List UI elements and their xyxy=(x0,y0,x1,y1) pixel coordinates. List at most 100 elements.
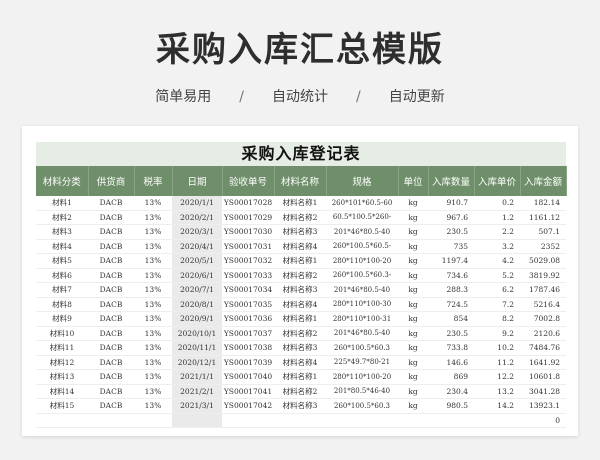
table-cell[interactable]: 2020/10/1 xyxy=(172,326,222,341)
table-cell[interactable]: kg xyxy=(398,196,428,211)
table-cell[interactable] xyxy=(134,413,172,428)
table-cell[interactable] xyxy=(172,413,222,428)
table-cell[interactable]: YS00017035 xyxy=(222,297,274,312)
table-cell[interactable]: 材料7 xyxy=(36,282,88,298)
table-cell[interactable] xyxy=(274,413,326,428)
table-cell[interactable]: DACB xyxy=(88,384,134,399)
table-cell[interactable] xyxy=(222,413,274,428)
table-cell[interactable]: 260*100.5*60.3 xyxy=(326,340,398,356)
table-cell[interactable]: 910.7 xyxy=(428,196,474,211)
table-cell[interactable]: 7.2 xyxy=(474,297,520,312)
table-cell[interactable]: 201*46*80.5-40 xyxy=(326,282,398,298)
table-cell[interactable]: 260*100.5*60.5- xyxy=(326,239,398,254)
table-cell[interactable]: 0.2 xyxy=(474,196,520,211)
table-cell[interactable]: 13% xyxy=(134,239,172,254)
table-cell[interactable]: 10.2 xyxy=(474,340,520,356)
table-cell[interactable]: 201*80.5*46-40 xyxy=(326,384,398,399)
table-cell[interactable]: 13% xyxy=(134,196,172,211)
table-cell[interactable]: 280*110*100-30 xyxy=(326,297,398,312)
table-cell[interactable]: 13923.1 xyxy=(520,398,566,414)
table-cell[interactable]: 2020/9/1 xyxy=(172,311,222,327)
table-cell[interactable] xyxy=(428,413,474,428)
table-cell[interactable]: 9.2 xyxy=(474,326,520,341)
table-cell[interactable]: kg xyxy=(398,384,428,399)
table-cell[interactable]: 材料名称2 xyxy=(274,268,326,283)
table-cell[interactable]: 材料3 xyxy=(36,224,88,240)
table-cell[interactable]: YS00017038 xyxy=(222,340,274,356)
table-cell[interactable]: 260*100.5*60.3 xyxy=(326,398,398,414)
table-cell[interactable]: DACB xyxy=(88,210,134,225)
table-cell[interactable]: 材料名称3 xyxy=(274,398,326,414)
table-cell[interactable]: 13% xyxy=(134,210,172,225)
table-cell[interactable]: kg xyxy=(398,326,428,341)
table-cell[interactable]: YS00017029 xyxy=(222,210,274,225)
table-cell[interactable]: 13% xyxy=(134,326,172,341)
table-cell[interactable]: 5029.08 xyxy=(520,253,566,269)
table-cell[interactable]: 201*46*80.5-40 xyxy=(326,326,398,341)
table-cell[interactable]: DACB xyxy=(88,253,134,269)
table-cell[interactable]: 材料名称1 xyxy=(274,253,326,269)
table-cell[interactable]: kg xyxy=(398,224,428,240)
table-cell[interactable]: 材料8 xyxy=(36,297,88,312)
table-cell[interactable]: 733.8 xyxy=(428,340,474,356)
table-cell[interactable] xyxy=(398,413,428,428)
table-cell[interactable]: 288.3 xyxy=(428,282,474,298)
table-cell[interactable]: 7002.8 xyxy=(520,311,566,327)
table-cell[interactable]: DACB xyxy=(88,282,134,298)
table-cell[interactable]: 材料名称4 xyxy=(274,239,326,254)
table-cell[interactable] xyxy=(36,413,88,428)
table-cell[interactable]: kg xyxy=(398,253,428,269)
table-cell[interactable]: 507.1 xyxy=(520,224,566,240)
table-cell[interactable]: kg xyxy=(398,398,428,414)
table-cell[interactable]: 13% xyxy=(134,268,172,283)
table-cell[interactable]: 230.5 xyxy=(428,224,474,240)
table-cell[interactable]: 6.2 xyxy=(474,282,520,298)
table-cell[interactable]: 2352 xyxy=(520,239,566,254)
table-cell[interactable]: 材料13 xyxy=(36,369,88,385)
table-cell[interactable]: YS00017031 xyxy=(222,239,274,254)
table-cell[interactable]: DACB xyxy=(88,224,134,240)
table-cell[interactable]: 材料1 xyxy=(36,196,88,211)
table-cell[interactable]: 材料名称2 xyxy=(274,210,326,225)
table-cell[interactable]: 13% xyxy=(134,282,172,298)
table-cell[interactable]: 1161.12 xyxy=(520,210,566,225)
table-cell[interactable]: 材料12 xyxy=(36,355,88,370)
table-cell[interactable]: 材料名称4 xyxy=(274,355,326,370)
table-cell[interactable]: 280*110*100-31 xyxy=(326,311,398,327)
table-cell[interactable]: 2021/1/1 xyxy=(172,369,222,385)
table-cell[interactable]: 4.2 xyxy=(474,253,520,269)
table-cell[interactable]: kg xyxy=(398,297,428,312)
table-cell[interactable]: 2.2 xyxy=(474,224,520,240)
table-cell[interactable]: 13% xyxy=(134,297,172,312)
table-cell[interactable]: 材料名称4 xyxy=(274,297,326,312)
table-cell[interactable]: 1197.4 xyxy=(428,253,474,269)
table-cell[interactable]: 230.4 xyxy=(428,384,474,399)
table-cell[interactable]: YS00017036 xyxy=(222,311,274,327)
table-cell[interactable]: 146.6 xyxy=(428,355,474,370)
table-cell[interactable]: 5.2 xyxy=(474,268,520,283)
table-cell[interactable]: 13% xyxy=(134,224,172,240)
table-cell[interactable]: DACB xyxy=(88,239,134,254)
table-cell[interactable]: 869 xyxy=(428,369,474,385)
table-cell[interactable]: 材料名称2 xyxy=(274,384,326,399)
table-cell[interactable]: YS00017039 xyxy=(222,355,274,370)
table-cell[interactable]: DACB xyxy=(88,369,134,385)
table-cell[interactable]: kg xyxy=(398,311,428,327)
table-cell[interactable]: 材料6 xyxy=(36,268,88,283)
table-cell[interactable]: 材料名称3 xyxy=(274,340,326,356)
table-cell[interactable]: 材料10 xyxy=(36,326,88,341)
table-cell[interactable]: 13% xyxy=(134,311,172,327)
table-cell[interactable]: 13% xyxy=(134,355,172,370)
table-cell[interactable]: 2021/3/1 xyxy=(172,398,222,414)
table-cell[interactable]: DACB xyxy=(88,311,134,327)
table-cell[interactable]: kg xyxy=(398,355,428,370)
table-cell[interactable]: DACB xyxy=(88,398,134,414)
table-cell[interactable]: 材料名称1 xyxy=(274,196,326,211)
table-cell[interactable]: 材料9 xyxy=(36,311,88,327)
table-cell[interactable]: 13% xyxy=(134,340,172,356)
table-cell[interactable]: YS00017033 xyxy=(222,268,274,283)
table-cell[interactable]: 材料2 xyxy=(36,210,88,225)
table-cell[interactable]: YS00017040 xyxy=(222,369,274,385)
table-cell[interactable]: DACB xyxy=(88,196,134,211)
table-cell[interactable]: 260*100.5*60.3- xyxy=(326,268,398,283)
